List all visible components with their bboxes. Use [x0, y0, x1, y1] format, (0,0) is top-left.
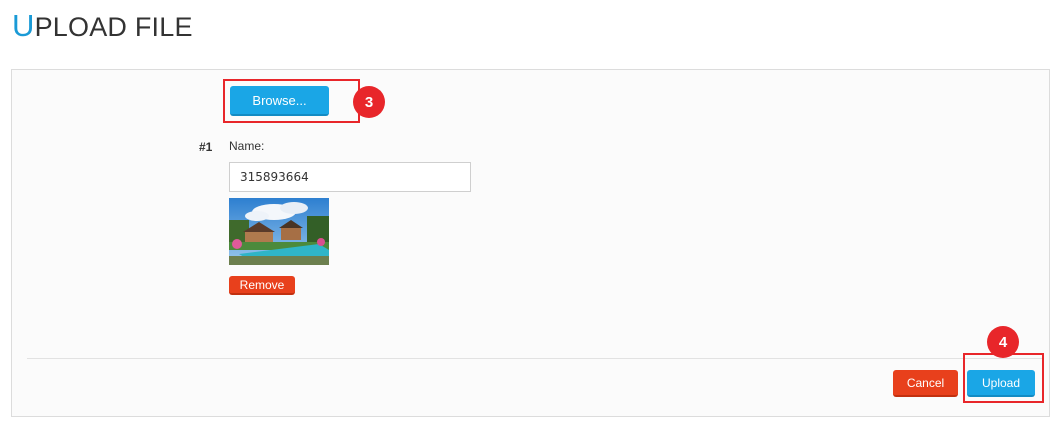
page-title-initial: U [12, 8, 35, 43]
step-3-badge: 3 [353, 86, 385, 118]
file-item-number: #1 [199, 140, 213, 154]
name-input[interactable] [229, 162, 471, 192]
name-label: Name: [229, 139, 265, 153]
uploaded-image-thumbnail [229, 198, 329, 265]
upload-panel: Browse... 3 #1 Name: 315893664 Remove Ca… [11, 69, 1050, 417]
upload-button[interactable]: Upload [967, 370, 1035, 397]
remove-button[interactable]: Remove [229, 276, 295, 295]
thumbnail-image [229, 198, 329, 265]
cancel-button[interactable]: Cancel [893, 370, 958, 397]
browse-button[interactable]: Browse... [230, 86, 329, 116]
page-title: UPLOAD FILE [12, 8, 193, 44]
footer-divider [27, 358, 1044, 359]
step-4-badge: 4 [987, 326, 1019, 358]
page-title-rest: PLOAD FILE [34, 12, 193, 42]
